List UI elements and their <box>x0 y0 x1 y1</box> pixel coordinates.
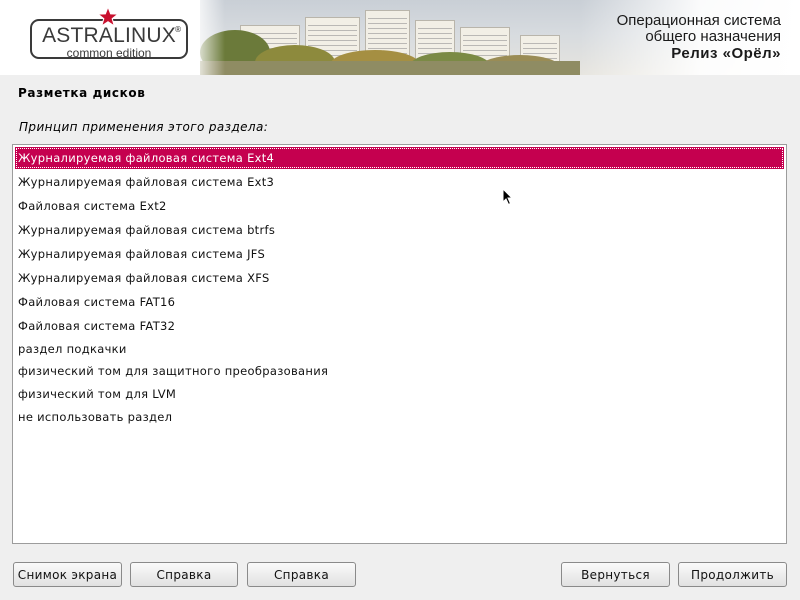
header-banner: ASTRALINUX common edition ® Операционная… <box>0 0 800 75</box>
logo-area: ASTRALINUX common edition ® <box>0 0 225 75</box>
list-item-swap[interactable]: раздел подкачки <box>15 338 784 360</box>
list-item-xfs[interactable]: Журналируемая файловая система XFS <box>15 267 784 289</box>
partition-usage-list[interactable]: Журналируемая файловая система Ext4 Журн… <box>12 144 787 544</box>
list-item-fat16[interactable]: Файловая система FAT16 <box>15 291 784 313</box>
list-item-ext4[interactable]: Журналируемая файловая система Ext4 <box>15 147 784 169</box>
back-button[interactable]: Вернуться <box>561 562 670 587</box>
list-item-encrypted-volume[interactable]: физический том для защитного преобразова… <box>15 360 784 382</box>
logo-subtitle: common edition <box>66 46 152 60</box>
list-item-do-not-use[interactable]: не использовать раздел <box>15 406 784 428</box>
list-item-ext3[interactable]: Журналируемая файловая система Ext3 <box>15 171 784 193</box>
continue-button[interactable]: Продолжить <box>678 562 787 587</box>
screenshot-button[interactable]: Снимок экрана <box>13 562 122 587</box>
os-release: Релиз «Орёл» <box>671 45 781 62</box>
help-button[interactable]: Справка <box>130 562 238 587</box>
os-name-line1: Операционная система <box>616 12 781 29</box>
prompt-label: Принцип применения этого раздела: <box>19 120 269 134</box>
star-icon <box>97 6 119 28</box>
help-button-2[interactable]: Справка <box>247 562 356 587</box>
list-item-ext2[interactable]: Файловая система Ext2 <box>15 195 784 217</box>
mouse-pointer-icon <box>502 188 514 206</box>
list-item-btrfs[interactable]: Журналируемая файловая система btrfs <box>15 219 784 241</box>
os-name-line2: общего назначения <box>645 28 781 45</box>
list-item-jfs[interactable]: Журналируемая файловая система JFS <box>15 243 784 265</box>
logo-registered-mark: ® <box>174 25 182 34</box>
list-item-fat32[interactable]: Файловая система FAT32 <box>15 315 784 337</box>
list-item-lvm[interactable]: физический том для LVM <box>15 383 784 405</box>
page-title: Разметка дисков <box>18 86 146 100</box>
